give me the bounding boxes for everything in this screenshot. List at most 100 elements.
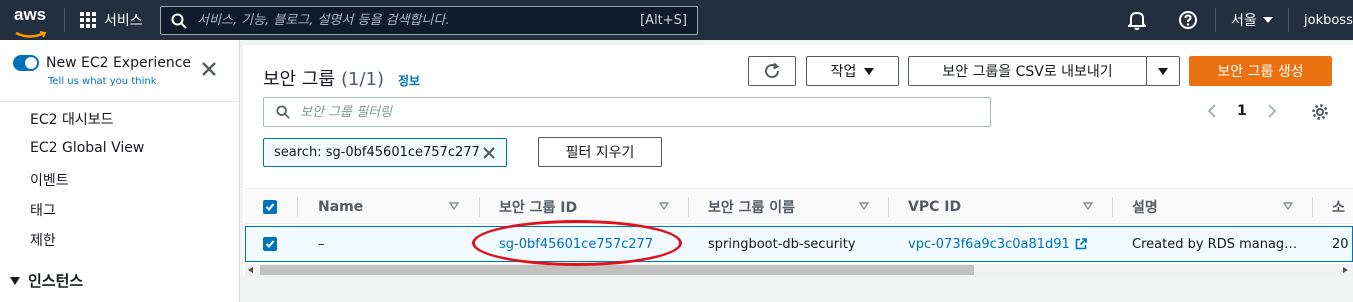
aws-smile-icon xyxy=(15,31,47,38)
close-icon[interactable] xyxy=(482,146,496,160)
filter-token-text: search: sg-0bf45601ce757c277 xyxy=(274,145,480,160)
close-icon[interactable] xyxy=(198,58,220,80)
checkbox xyxy=(263,237,277,251)
sidebar-section-instances[interactable]: 인스턴스 xyxy=(10,270,83,291)
filter-box[interactable] xyxy=(263,97,991,127)
column-header-description[interactable]: 설명 xyxy=(1132,189,1158,225)
cell-name: – xyxy=(318,236,325,252)
create-security-group-button[interactable]: 보안 그룹 생성 xyxy=(1189,56,1332,86)
column-header-owner[interactable]: 소 xyxy=(1332,189,1345,225)
check-icon xyxy=(265,240,275,248)
scrollbar-thumb[interactable] xyxy=(260,265,974,275)
info-link[interactable]: 정보 xyxy=(398,72,420,89)
search-shortcut: [Alt+S] xyxy=(640,13,687,28)
cell-owner: 20 xyxy=(1332,236,1349,252)
selection-count: (1/1) xyxy=(340,69,384,90)
column-divider xyxy=(1312,197,1313,217)
filter-token: search: sg-0bf45601ce757c277 xyxy=(263,138,507,167)
sidebar: New EC2 Experience Tell us what you thin… xyxy=(0,40,240,302)
notifications-button[interactable] xyxy=(1128,0,1146,40)
export-csv-button[interactable]: 보안 그룹을 CSV로 내보내기 xyxy=(908,56,1147,86)
nav-divider xyxy=(1215,8,1216,32)
sidebar-item-events[interactable]: 이벤트 xyxy=(30,170,69,190)
page-number[interactable]: 1 xyxy=(1237,103,1247,119)
sidebar-item-tags[interactable]: 태그 xyxy=(30,200,56,220)
sort-icon[interactable] xyxy=(1283,202,1293,210)
new-experience-panel: New EC2 Experience Tell us what you thin… xyxy=(0,40,239,102)
sidebar-item-global-view[interactable]: EC2 Global View xyxy=(30,140,144,156)
cell-group-name: springboot-db-security xyxy=(708,236,856,252)
caret-down-icon xyxy=(1158,67,1168,75)
horizontal-scrollbar[interactable] xyxy=(245,264,1353,276)
chevron-right-icon[interactable] xyxy=(1267,103,1277,119)
column-divider xyxy=(688,197,689,217)
main-content: 보안 그룹 (1/1) 정보 작업 보안 그룹을 CSV로 내보내기 보안 그룹… xyxy=(241,40,1353,302)
scroll-right-icon[interactable] xyxy=(1342,267,1348,273)
column-header-vpc-id[interactable]: VPC ID xyxy=(908,189,961,225)
checkbox xyxy=(263,200,277,214)
bell-icon xyxy=(1128,11,1146,30)
caret-down-icon xyxy=(864,67,875,75)
pagination: 1 xyxy=(1207,103,1277,119)
top-navigation: aws 서비스 [Alt+S] 서울 jokbossa xyxy=(0,0,1353,40)
clear-filters-button[interactable]: 필터 지우기 xyxy=(538,137,662,167)
grid-icon xyxy=(80,12,96,28)
table-header: Name 보안 그룹 ID 보안 그룹 이름 VPC ID 설명 소 xyxy=(245,188,1353,224)
sort-icon[interactable] xyxy=(449,202,459,210)
caret-down-icon xyxy=(10,276,20,285)
feedback-link[interactable]: Tell us what you think xyxy=(48,76,157,87)
global-search-input[interactable] xyxy=(187,13,641,28)
sidebar-item-limits[interactable]: 제한 xyxy=(30,230,56,250)
sort-icon[interactable] xyxy=(859,202,869,210)
cell-vpc-id: vpc-073f6a9c3c0a81d91 xyxy=(908,227,1087,261)
account-menu[interactable]: jokbossa xyxy=(1304,0,1353,40)
sort-icon[interactable] xyxy=(659,202,669,210)
global-search[interactable]: [Alt+S] xyxy=(160,6,698,35)
security-groups-panel: 보안 그룹 (1/1) 정보 작업 보안 그룹을 CSV로 내보내기 보안 그룹… xyxy=(243,45,1353,276)
help-button[interactable] xyxy=(1178,0,1198,40)
page-title: 보안 그룹 (1/1) 정보 xyxy=(263,65,420,91)
sidebar-item-ec2-dashboard[interactable]: EC2 대시보드 xyxy=(30,109,114,129)
new-experience-toggle[interactable] xyxy=(13,55,39,71)
column-header-group-name[interactable]: 보안 그룹 이름 xyxy=(708,189,795,225)
column-divider xyxy=(1112,197,1113,217)
caret-down-icon xyxy=(1262,17,1273,23)
help-icon xyxy=(1179,11,1197,29)
vpc-id-link[interactable]: vpc-073f6a9c3c0a81d91 xyxy=(908,237,1070,252)
services-label: 서비스 xyxy=(104,13,143,29)
sort-icon[interactable] xyxy=(1083,202,1093,210)
region-selector[interactable]: 서울 xyxy=(1231,0,1273,40)
cell-description: Created by RDS manag… xyxy=(1132,236,1298,252)
gear-icon[interactable] xyxy=(1311,103,1329,121)
actions-label: 작업 xyxy=(830,64,857,80)
aws-logo[interactable]: aws xyxy=(14,6,54,38)
create-security-group-label: 보안 그룹 생성 xyxy=(1217,64,1304,80)
external-link-icon[interactable] xyxy=(1075,238,1087,250)
clear-filters-label: 필터 지우기 xyxy=(565,145,635,161)
export-options-button[interactable] xyxy=(1146,56,1180,86)
scroll-left-icon[interactable] xyxy=(248,267,254,273)
nav-divider xyxy=(1288,8,1289,32)
actions-button[interactable]: 작업 xyxy=(806,56,899,86)
services-menu[interactable]: 서비스 xyxy=(80,8,143,32)
select-all-checkbox[interactable] xyxy=(263,189,277,225)
page-title-text: 보안 그룹 xyxy=(263,69,335,90)
export-csv-label: 보안 그룹을 CSV로 내보내기 xyxy=(942,64,1113,80)
search-icon xyxy=(276,105,290,119)
account-name: jokbossa xyxy=(1304,12,1353,28)
row-checkbox[interactable] xyxy=(263,227,277,261)
new-experience-title: New EC2 Experience xyxy=(46,55,192,71)
column-divider xyxy=(297,197,298,217)
refresh-icon xyxy=(765,62,780,79)
column-header-name[interactable]: Name xyxy=(318,189,363,225)
region-label: 서울 xyxy=(1231,13,1257,29)
highlight-annotation xyxy=(472,220,682,266)
refresh-button[interactable] xyxy=(748,56,796,86)
search-icon xyxy=(171,13,187,29)
check-icon xyxy=(265,203,275,211)
filter-input[interactable] xyxy=(290,104,890,120)
table-row[interactable]: – sg-0bf45601ce757c277 springboot-db-sec… xyxy=(245,226,1353,262)
nav-divider xyxy=(64,8,65,32)
chevron-left-icon[interactable] xyxy=(1207,103,1217,119)
sidebar-section-label: 인스턴스 xyxy=(28,272,84,290)
